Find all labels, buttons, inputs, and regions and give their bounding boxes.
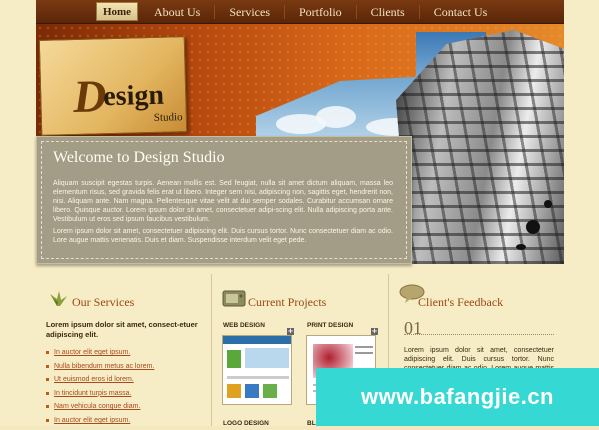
- logo-letter-d: D: [72, 70, 108, 123]
- watermark-banner: www.bafangjie.cn: [316, 368, 599, 426]
- services-link[interactable]: Nam vehicula congue diam.: [46, 402, 206, 411]
- leaf-icon: [46, 290, 68, 312]
- nav-home-button[interactable]: Home: [96, 2, 138, 21]
- services-title: Our Services: [72, 295, 135, 309]
- services-link[interactable]: In auctor elit eget ipsum.: [46, 416, 206, 425]
- nav-portfolio[interactable]: Portfolio: [284, 5, 356, 19]
- tv-icon: [222, 288, 246, 312]
- nav-about-us[interactable]: About Us: [142, 5, 214, 19]
- page: Home About Us Services Portfolio Clients…: [0, 0, 599, 427]
- feedback-divider: [404, 334, 554, 335]
- welcome-panel: Welcome to Design Studio Aliquam suscipi…: [36, 136, 412, 264]
- project-label-web: WEB DESIGN: [223, 322, 265, 329]
- feedback-title: Client's Feedback: [418, 295, 504, 309]
- nav-contact-us[interactable]: Contact Us: [418, 5, 502, 19]
- logo-subtext: Studio: [153, 111, 183, 124]
- column-divider: [211, 274, 212, 426]
- logo-text: esign: [102, 79, 165, 113]
- services-link[interactable]: Ut euismod eros id lorem.: [46, 375, 206, 384]
- welcome-paragraph-2: Lorem ipsum dolor sit amet, consectetuer…: [53, 228, 393, 244]
- nav-services[interactable]: Services: [214, 5, 284, 19]
- nav-items: About Us Services Portfolio Clients Cont…: [142, 0, 501, 24]
- logo[interactable]: D esign Studio: [38, 36, 188, 136]
- nav-clients[interactable]: Clients: [355, 5, 419, 19]
- services-link[interactable]: In auctor elit eget ipsum.: [46, 348, 206, 357]
- main-nav: Home About Us Services Portfolio Clients…: [36, 0, 564, 24]
- plus-icon[interactable]: +: [371, 328, 378, 335]
- services-list: In auctor elit eget ipsum. Nulla bibendu…: [46, 348, 206, 430]
- welcome-paragraph-1: Aliquam suscipit egestas turpis. Aenean …: [53, 180, 393, 223]
- services-link[interactable]: In tincidunt turpis massa.: [46, 389, 206, 398]
- plus-icon[interactable]: +: [287, 328, 294, 335]
- project-thumbnail-web[interactable]: [222, 335, 292, 405]
- services-intro: Lorem ipsum dolor sit amet, consect-etue…: [46, 320, 198, 339]
- feedback-number: 01: [404, 318, 422, 338]
- project-label-print: PRINT DESIGN: [307, 322, 354, 329]
- services-link[interactable]: Nulla bibendum metus ac lorem.: [46, 362, 206, 371]
- projects-title: Current Projects: [248, 295, 327, 309]
- welcome-title: Welcome to Design Studio: [53, 149, 225, 166]
